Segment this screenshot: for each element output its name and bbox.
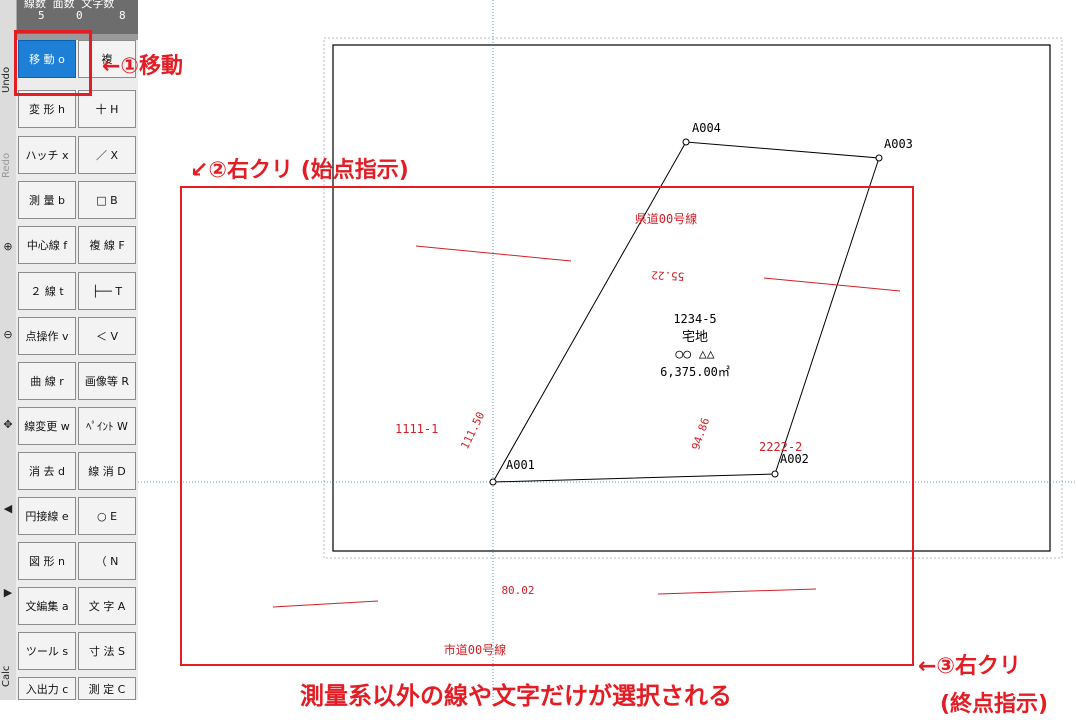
t-line-button[interactable]: ├── T bbox=[78, 272, 136, 310]
centerline-button[interactable]: 中心線 f bbox=[18, 226, 76, 264]
road-line-4[interactable] bbox=[657, 588, 817, 595]
image-button[interactable]: 画像等 R bbox=[78, 362, 136, 400]
char-count: 8 bbox=[119, 9, 126, 22]
dimension-button[interactable]: 寸 法 S bbox=[78, 632, 136, 670]
dimension-top[interactable]: 55.22 bbox=[651, 268, 685, 283]
shape-button[interactable]: 図 形 n bbox=[18, 542, 76, 580]
tools-button[interactable]: ツール s bbox=[18, 632, 76, 670]
angle-button[interactable]: ＜ V bbox=[78, 317, 136, 355]
rectangle-button[interactable]: □ B bbox=[78, 181, 136, 219]
step1-annotation: ←①移動 bbox=[102, 54, 184, 79]
step2-annotation: ↙②右クリ (始点指示) bbox=[190, 158, 409, 183]
road-line-2[interactable] bbox=[763, 277, 901, 292]
road-south-label[interactable]: 市道00号線 bbox=[444, 642, 506, 657]
road-north-label[interactable]: 県道00号線 bbox=[635, 211, 697, 226]
circle-button[interactable]: ○ E bbox=[78, 497, 136, 535]
label-a001: A001 bbox=[506, 458, 535, 472]
pan-icon[interactable]: ✥ bbox=[2, 418, 14, 431]
label-a004: A004 bbox=[692, 121, 721, 135]
drawing-svg: A001 A002 A003 A004 1234-5 宅地 ○○ △△ 6,37… bbox=[138, 0, 1076, 700]
line-erase-button[interactable]: 線 消 D bbox=[78, 452, 136, 490]
parcel-area: 6,375.00㎡ bbox=[660, 365, 730, 379]
dimension-right[interactable]: 94.86 bbox=[689, 416, 712, 452]
owner-name: ○○ △△ bbox=[675, 347, 714, 362]
point-a002[interactable] bbox=[771, 470, 779, 478]
label-a003: A003 bbox=[884, 137, 913, 151]
line-count: 5 bbox=[38, 9, 45, 22]
tangent-button[interactable]: 円接線 e bbox=[18, 497, 76, 535]
redo-button[interactable]: Redo bbox=[1, 145, 15, 185]
face-count: 0 bbox=[76, 9, 83, 22]
erase-button[interactable]: 消 去 d bbox=[18, 452, 76, 490]
label-a002: A002 bbox=[780, 452, 809, 466]
parcel-number: 1234-5 bbox=[673, 312, 716, 326]
io-button[interactable]: 入出力 c bbox=[18, 677, 76, 700]
hatch-button[interactable]: ハッチ x bbox=[18, 136, 76, 174]
text-edit-button[interactable]: 文編集 a bbox=[18, 587, 76, 625]
line-change-button[interactable]: 線変更 w bbox=[18, 407, 76, 445]
page-outline bbox=[323, 37, 1063, 559]
offset-line-button[interactable]: 複 線 F bbox=[78, 226, 136, 264]
dimension-bottom[interactable]: 80.02 bbox=[501, 584, 534, 597]
point-a004[interactable] bbox=[682, 138, 690, 146]
status-bar: 線数 面数 文字数 5 0 8 bbox=[16, 0, 138, 34]
move-highlight-box bbox=[14, 30, 92, 96]
paint-button[interactable]: ﾍﾟｲﾝﾄ W bbox=[78, 407, 136, 445]
land-use: 宅地 bbox=[682, 330, 708, 345]
neighbor-west-label[interactable]: 1111-1 bbox=[395, 422, 438, 436]
text-button[interactable]: 文 字 A bbox=[78, 587, 136, 625]
road-line-1[interactable] bbox=[415, 245, 572, 262]
measure-button[interactable]: 測 定 C bbox=[78, 677, 136, 700]
calc-button[interactable]: Calc bbox=[1, 660, 15, 692]
step3-annotation: ←③右クリ bbox=[918, 654, 1022, 679]
drawing-canvas[interactable]: A001 A002 A003 A004 1234-5 宅地 ○○ △△ 6,37… bbox=[138, 0, 1076, 700]
undo-button[interactable]: Undo bbox=[1, 60, 15, 100]
side-strip: Undo Redo ⊕ ⊖ ✥ ◀ ▶ Calc bbox=[0, 0, 17, 700]
point-a001[interactable] bbox=[489, 478, 497, 486]
neighbor-east-label[interactable]: 2222-2 bbox=[759, 440, 802, 454]
line-button[interactable]: ／ X bbox=[78, 136, 136, 174]
arc-button[interactable]: （ N bbox=[78, 542, 136, 580]
point-edit-button[interactable]: 点操作 v bbox=[18, 317, 76, 355]
caption: 測量系以外の線や文字だけが選択される bbox=[300, 682, 732, 710]
scroll-right-icon[interactable]: ▶ bbox=[2, 586, 14, 599]
tool-panel: 移 動 o 複 変 形 h 十 H ハッチ x ／ X 測 量 b □ B 中心… bbox=[16, 40, 138, 700]
point-a003[interactable] bbox=[875, 154, 883, 162]
zoom-out-icon[interactable]: ⊖ bbox=[2, 328, 14, 341]
double-line-button[interactable]: ２ 線 t bbox=[18, 272, 76, 310]
scroll-left-icon[interactable]: ◀ bbox=[2, 502, 14, 515]
curve-button[interactable]: 曲 線 r bbox=[18, 362, 76, 400]
step3-annotation-sub: (終点指示) bbox=[940, 692, 1049, 717]
survey-button[interactable]: 測 量 b bbox=[18, 181, 76, 219]
zoom-in-icon[interactable]: ⊕ bbox=[2, 240, 14, 253]
road-line-3[interactable] bbox=[272, 600, 379, 608]
dimension-left[interactable]: 111.50 bbox=[458, 410, 487, 451]
